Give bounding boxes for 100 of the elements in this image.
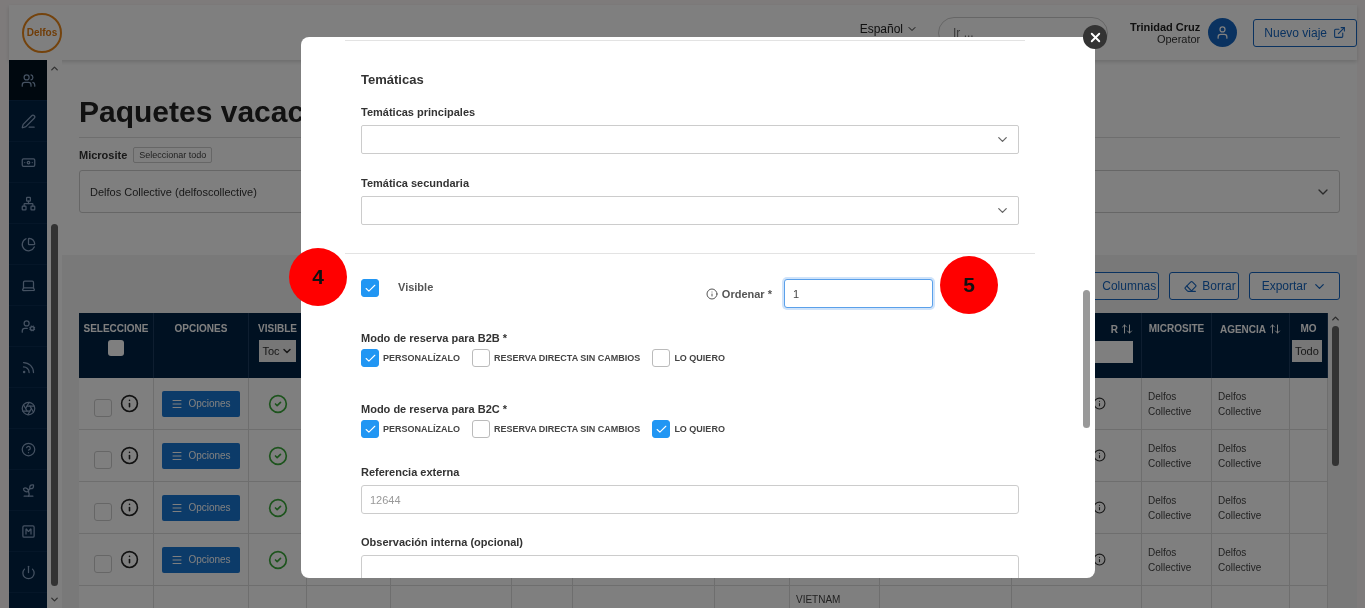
visible-checkbox[interactable] <box>361 279 379 297</box>
options-button[interactable]: Opciones <box>162 494 240 521</box>
table-cell-text: Delfos Collective <box>1148 389 1193 419</box>
row-checkbox[interactable] <box>93 450 112 469</box>
checkbox-label: PERSONALÍZALO <box>383 353 460 363</box>
select-field[interactable] <box>361 196 1019 225</box>
logo[interactable]: Delfos <box>22 12 62 53</box>
power-icon <box>20 564 36 580</box>
options-button[interactable]: Opciones <box>162 390 240 417</box>
checkbox-label: LO QUIERO <box>674 353 725 363</box>
field-label: Ordenar * <box>721 287 772 300</box>
scroll-up-icon[interactable] <box>1329 313 1341 324</box>
user-role: Operator <box>1156 32 1201 45</box>
checkbox-label: RESERVA DIRECTA SIN CAMBIOS <box>494 424 641 434</box>
toolbar-button[interactable]: Exportar <box>1248 272 1340 300</box>
select-all-button[interactable]: Seleccionar todo <box>133 147 213 163</box>
network-icon <box>20 195 36 211</box>
table-cell-text: VIETNAM <box>796 593 841 607</box>
select-field[interactable] <box>361 125 1019 154</box>
scroll-down-icon[interactable] <box>49 594 60 605</box>
section-heading: Temáticas <box>361 72 425 88</box>
letter-m-icon <box>20 523 36 539</box>
microsite-label: Microsite <box>79 149 128 161</box>
scroll-up-icon[interactable] <box>49 63 60 74</box>
column-title: SELECCIONE <box>83 323 149 334</box>
row-checkbox[interactable] <box>93 554 112 573</box>
checkbox-label: RESERVA DIRECTA SIN CAMBIOS <box>494 353 641 363</box>
menu-icon <box>171 501 184 514</box>
checkbox[interactable] <box>652 349 671 367</box>
scrollbar-thumb[interactable] <box>1331 326 1339 466</box>
checkbox[interactable] <box>472 349 490 367</box>
laptop-icon <box>20 277 36 293</box>
info-icon[interactable] <box>1093 397 1106 410</box>
field-label: Referencia externa <box>361 466 461 480</box>
field-label: Temáticas principales <box>361 106 477 120</box>
check-circle-icon <box>267 497 288 518</box>
info-icon[interactable] <box>1093 501 1106 514</box>
field-label: Modo de reserva para B2B * <box>361 332 509 346</box>
menu-icon <box>171 449 184 462</box>
table-cell-text: Delfos Collective <box>1218 441 1263 471</box>
pie-chart-icon <box>20 236 36 252</box>
table-cell-text: Delfos Collective <box>1218 389 1263 419</box>
select-all-checkbox[interactable] <box>108 340 124 356</box>
external-link-icon <box>1333 26 1346 39</box>
sort-icon[interactable] <box>1269 323 1282 335</box>
row-checkbox[interactable] <box>93 398 112 417</box>
check-circle-icon <box>267 393 288 414</box>
info-icon[interactable] <box>1093 449 1106 462</box>
filter-select[interactable]: Toc <box>259 340 296 362</box>
column-title: AGENCIA <box>1219 323 1282 335</box>
field-label: Observación interna (opcional) <box>361 536 524 550</box>
check-circle-icon <box>267 549 288 570</box>
checkbox-label: Visible <box>398 281 434 293</box>
column-title: VISIBLE <box>258 323 297 334</box>
help-icon <box>20 441 36 457</box>
checkbox-label: PERSONALÍZALO <box>383 424 460 434</box>
table-cell-text: Delfos Collective <box>1148 545 1193 575</box>
menu-icon <box>171 553 184 566</box>
toolbar-button[interactable]: Borrar <box>1169 272 1239 300</box>
scrollbar-thumb[interactable] <box>51 224 58 586</box>
plant-icon <box>20 482 36 498</box>
aperture-icon <box>20 400 36 416</box>
sidebar-item[interactable] <box>9 60 47 101</box>
field-label: Temática secundaria <box>361 177 471 191</box>
avatar[interactable] <box>1208 18 1238 47</box>
table-cell-text: Delfos Collective <box>1218 493 1263 523</box>
menu-icon <box>171 397 184 410</box>
column-title: MICROSITE <box>1148 323 1205 334</box>
column-title: R <box>1110 323 1133 335</box>
sort-icon[interactable] <box>1121 323 1133 335</box>
checkbox[interactable] <box>361 420 379 438</box>
user-icon <box>1215 25 1231 40</box>
note-field[interactable] <box>361 555 1019 578</box>
users-icon <box>20 72 36 88</box>
checkbox[interactable] <box>472 420 490 438</box>
table-cell-text: Delfos Collective <box>1148 493 1193 523</box>
order-field[interactable]: 1 <box>784 279 933 308</box>
options-button[interactable]: Opciones <box>162 442 240 469</box>
checkbox[interactable] <box>652 420 671 438</box>
eraser-icon <box>1184 279 1198 293</box>
row-checkbox[interactable] <box>93 502 112 521</box>
field-label: Modo de reserva para B2C * <box>361 403 509 417</box>
checkbox-label: LO QUIERO <box>674 424 725 434</box>
filter-select[interactable]: Todo <box>1292 340 1322 362</box>
pen-icon <box>20 113 36 129</box>
reference-field[interactable]: 12644 <box>361 485 1019 514</box>
table-cell-text: Delfos Collective <box>1148 441 1193 471</box>
user-gear-icon <box>20 318 36 334</box>
user-name: Trinidad Cruz <box>1130 20 1201 33</box>
table-cell-text: Delfos Collective <box>1218 545 1263 575</box>
language-selector[interactable]: Español <box>857 21 920 36</box>
options-button[interactable]: Opciones <box>162 546 240 573</box>
scrollbar-thumb[interactable] <box>1083 290 1090 428</box>
new-trip-button[interactable]: Nuevo viaje <box>1253 18 1357 47</box>
feed-icon <box>20 359 36 375</box>
info-icon[interactable] <box>1093 553 1106 566</box>
column-title: MO <box>1300 323 1317 334</box>
check-circle-icon <box>267 445 288 466</box>
checkbox[interactable] <box>361 349 379 367</box>
column-title: OPCIONES <box>174 323 228 334</box>
